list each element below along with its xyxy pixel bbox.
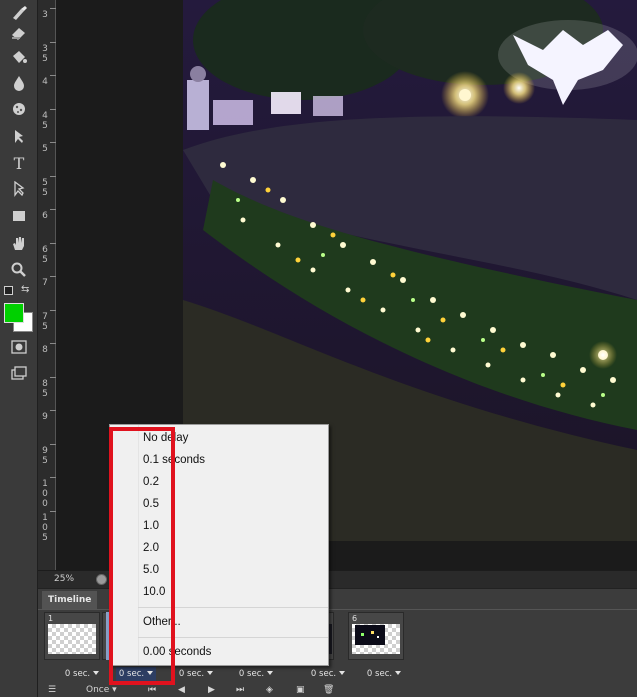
path-select-icon[interactable]: [6, 178, 32, 200]
document-info-icon[interactable]: [96, 574, 107, 585]
timeline-tab[interactable]: Timeline: [42, 591, 98, 609]
ruler-label: 4 5: [42, 110, 48, 131]
ruler-label: 8 5: [42, 378, 48, 399]
frame-6[interactable]: 6: [348, 612, 404, 660]
loop-options-select[interactable]: Once ▾: [86, 685, 117, 695]
tools-panel: T ⇆: [0, 0, 38, 697]
photoshop-window: T ⇆ 3 3 5 4 4 5 5 5 5 6 6 5 7 7 5 8 8 5 9 9 5 1 0 0 1 0…: [0, 0, 637, 697]
ruler-label: 4: [42, 77, 48, 87]
playback-controls: ☰ Once ▾ ⏮ ◀ ▶ ⏭ ◈ ▣ 🗑: [38, 684, 637, 697]
convert-timeline-icon[interactable]: ☰: [48, 685, 56, 695]
ruler-label: 6 5: [42, 244, 48, 265]
red-highlight-box: [109, 427, 175, 685]
ruler-label: 3: [42, 10, 48, 20]
frame-1[interactable]: 1: [44, 612, 100, 660]
default-colors-icon[interactable]: [4, 286, 13, 295]
quick-mask-icon[interactable]: [6, 336, 32, 358]
paint-bucket-icon[interactable]: [6, 46, 32, 68]
new-frame-icon[interactable]: ▣: [296, 685, 305, 695]
screen-mode-icon[interactable]: [6, 362, 32, 384]
frame-5-delay[interactable]: 0 sec.: [300, 666, 356, 682]
frame-number: 6: [352, 614, 358, 623]
next-frame-icon[interactable]: ⏭: [236, 685, 244, 695]
swap-colors-icon[interactable]: ⇆: [21, 284, 29, 295]
frame-thumbnail-photo: [355, 625, 385, 645]
ruler-label: 9: [42, 412, 48, 422]
hand-icon[interactable]: [6, 233, 32, 255]
vertical-ruler: 3 3 5 4 4 5 5 5 5 6 6 5 7 7 5 8 8 5 9 9 5 1 0 0 1 0 5: [38, 0, 56, 570]
ruler-label: 7 5: [42, 311, 48, 332]
ruler-label: 8: [42, 345, 48, 355]
eraser-icon[interactable]: [6, 22, 32, 44]
ruler-label: 3 5: [42, 43, 48, 64]
ruler-label: 1 0 5: [42, 512, 48, 543]
frame-1-delay[interactable]: 0 sec.: [54, 666, 110, 682]
foreground-color-swatch[interactable]: [4, 303, 24, 323]
play-icon[interactable]: ▶: [208, 685, 215, 695]
ruler-label: 9 5: [42, 445, 48, 466]
ruler-label: 5 5: [42, 177, 48, 198]
frame-thumbnail: [48, 624, 96, 654]
ruler-label: 6: [42, 211, 48, 221]
frame-4-delay[interactable]: 0 sec.: [228, 666, 284, 682]
blur-drop-icon[interactable]: [6, 72, 32, 94]
first-frame-icon[interactable]: ⏮: [148, 685, 156, 695]
frame-number: 1: [48, 614, 54, 623]
frame-3-delay[interactable]: 0 sec.: [168, 666, 224, 682]
tween-icon[interactable]: ◈: [266, 685, 273, 695]
ruler-label: 5: [42, 144, 48, 154]
sponge-icon[interactable]: [6, 98, 32, 120]
zoom-level[interactable]: 25%: [54, 574, 74, 584]
brush-icon[interactable]: [6, 2, 32, 24]
rectangle-icon[interactable]: [6, 205, 32, 227]
previous-frame-icon[interactable]: ◀: [178, 685, 185, 695]
type-icon[interactable]: T: [6, 152, 32, 174]
pen-icon[interactable]: [6, 126, 32, 148]
ruler-label: 1 0 0: [42, 479, 48, 509]
delete-frame-icon[interactable]: 🗑: [323, 685, 334, 695]
frame-6-delay[interactable]: 0 sec.: [356, 666, 412, 682]
zoom-icon[interactable]: [6, 259, 32, 281]
ruler-label: 7: [42, 278, 48, 288]
